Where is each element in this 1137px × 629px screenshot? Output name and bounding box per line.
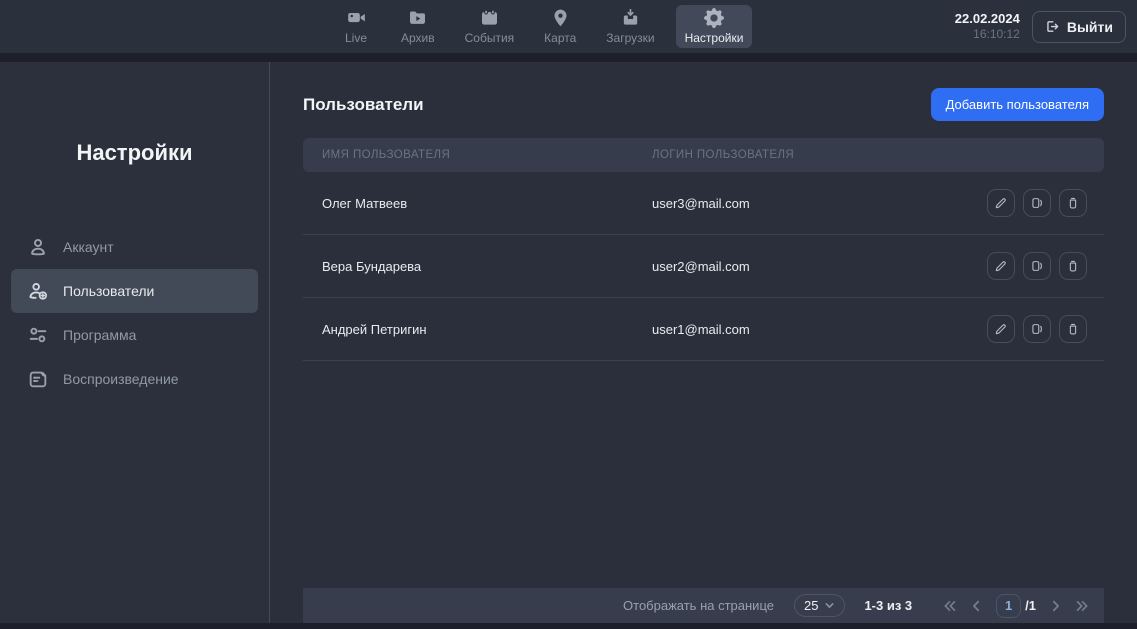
edit-user-button[interactable]	[987, 315, 1015, 343]
nav-item-archive[interactable]: Архив	[392, 5, 444, 48]
user-login: user2@mail.com	[652, 259, 970, 274]
panel-header: Пользователи Добавить пользователя	[303, 88, 1104, 121]
sidebar-item-label: Программа	[63, 327, 136, 343]
table-header: ИМЯ ПОЛЬЗОВАТЕЛЯ ЛОГИН ПОЛЬЗОВАТЕЛЯ	[303, 138, 1104, 172]
trash-icon	[1066, 196, 1080, 210]
nav-item-live[interactable]: Live	[332, 5, 380, 48]
prev-page-button[interactable]	[970, 599, 983, 613]
pencil-icon	[994, 322, 1008, 336]
datetime: 22.02.2024 16:10:12	[955, 11, 1020, 42]
frame-strip-bottom	[0, 623, 1137, 629]
row-actions	[970, 189, 1087, 217]
user-login: user3@mail.com	[652, 196, 970, 211]
pencil-icon	[994, 259, 1008, 273]
logout-button[interactable]: Выйти	[1032, 11, 1126, 43]
delete-user-button[interactable]	[1059, 189, 1087, 217]
column-header-name: ИМЯ ПОЛЬЗОВАТЕЛЯ	[322, 149, 652, 161]
copy-icon	[1030, 259, 1044, 273]
copy-icon	[1030, 322, 1044, 336]
sidebar-item-label: Пользователи	[63, 283, 154, 299]
nav-item-map[interactable]: Карта	[535, 5, 585, 48]
copy-user-button[interactable]	[1023, 252, 1051, 280]
nav-item-label: Карта	[544, 31, 576, 45]
per-page-label: Отображать на странице	[623, 598, 774, 613]
copy-user-button[interactable]	[1023, 189, 1051, 217]
user-name: Андрей Петригин	[322, 322, 652, 337]
sidebar-item-label: Аккаунт	[63, 239, 114, 255]
delete-user-button[interactable]	[1059, 315, 1087, 343]
nav-item-label: События	[465, 31, 515, 45]
trash-icon	[1066, 259, 1080, 273]
first-page-button[interactable]	[942, 599, 957, 613]
per-page-value: 25	[804, 598, 818, 613]
last-page-button[interactable]	[1075, 599, 1090, 613]
pager: 1 /1	[942, 594, 1090, 618]
map-pin-icon	[550, 8, 571, 28]
users-panel: Пользователи Добавить пользователя ИМЯ П…	[270, 62, 1137, 623]
gear-icon	[704, 8, 724, 28]
row-actions	[970, 252, 1087, 280]
nav-item-label: Архив	[401, 31, 435, 45]
current-date: 22.02.2024	[955, 11, 1020, 27]
playback-icon	[27, 368, 49, 390]
chevron-left-icon	[970, 599, 983, 613]
sidebar-item-account[interactable]: Аккаунт	[11, 225, 258, 269]
add-user-button[interactable]: Добавить пользователя	[931, 88, 1104, 121]
total-pages-label: /1	[1025, 598, 1036, 613]
double-chevron-right-icon	[1075, 599, 1090, 613]
nav-item-downloads[interactable]: Загрузки	[597, 5, 663, 48]
copy-user-button[interactable]	[1023, 315, 1051, 343]
settings-sidebar: Настройки Аккаунт Пользователи Программа	[0, 62, 270, 623]
nav-item-label: Настройки	[685, 31, 744, 45]
per-page-select[interactable]: 25	[794, 594, 845, 617]
account-icon	[27, 236, 49, 258]
column-header-login: ЛОГИН ПОЛЬЗОВАТЕЛЯ	[652, 149, 970, 161]
user-name: Олег Матвеев	[322, 196, 652, 211]
logout-icon	[1045, 19, 1060, 34]
range-label: 1-3 из 3	[864, 598, 912, 613]
archive-icon	[407, 8, 428, 28]
current-page-input[interactable]: 1	[996, 594, 1021, 618]
sidebar-item-users[interactable]: Пользователи	[11, 269, 258, 313]
edit-user-button[interactable]	[987, 252, 1015, 280]
current-time: 16:10:12	[955, 27, 1020, 42]
pencil-icon	[994, 196, 1008, 210]
next-page-button[interactable]	[1049, 599, 1062, 613]
double-chevron-left-icon	[942, 599, 957, 613]
row-actions	[970, 315, 1087, 343]
table-row: Олег Матвеев user3@mail.com	[303, 172, 1104, 235]
copy-icon	[1030, 196, 1044, 210]
table-row: Вера Бундарева user2@mail.com	[303, 235, 1104, 298]
sidebar-item-label: Воспроизведение	[63, 371, 179, 387]
nav-item-events[interactable]: События	[456, 5, 524, 48]
table-row: Андрей Петригин user1@mail.com	[303, 298, 1104, 361]
trash-icon	[1066, 322, 1080, 336]
frame-strip-top	[0, 53, 1137, 62]
nav-item-settings[interactable]: Настройки	[676, 5, 753, 48]
chevron-right-icon	[1049, 599, 1062, 613]
users-icon	[27, 280, 49, 302]
top-navbar: Live Архив События Карта Загрузки	[0, 0, 1137, 53]
topbar-right: 22.02.2024 16:10:12 Выйти	[955, 0, 1126, 53]
delete-user-button[interactable]	[1059, 252, 1087, 280]
main-nav: Live Архив События Карта Загрузки	[332, 0, 752, 53]
chevron-down-icon	[824, 600, 835, 611]
nav-item-label: Загрузки	[606, 31, 654, 45]
page-title: Пользователи	[303, 95, 424, 115]
edit-user-button[interactable]	[987, 189, 1015, 217]
user-login: user1@mail.com	[652, 322, 970, 337]
sidebar-title: Настройки	[0, 140, 269, 166]
download-icon	[620, 8, 641, 28]
camera-icon	[346, 8, 367, 28]
sidebar-menu: Аккаунт Пользователи Программа Воспроизв…	[0, 225, 269, 401]
logout-label: Выйти	[1067, 19, 1113, 35]
sliders-icon	[27, 324, 49, 346]
nav-item-label: Live	[345, 31, 367, 45]
pagination-bar: Отображать на странице 25 1-3 из 3 1 /1	[303, 588, 1104, 623]
content-area: Настройки Аккаунт Пользователи Программа	[0, 62, 1137, 623]
calendar-icon	[479, 8, 500, 28]
sidebar-item-playback[interactable]: Воспроизведение	[11, 357, 258, 401]
user-name: Вера Бундарева	[322, 259, 652, 274]
sidebar-item-program[interactable]: Программа	[11, 313, 258, 357]
